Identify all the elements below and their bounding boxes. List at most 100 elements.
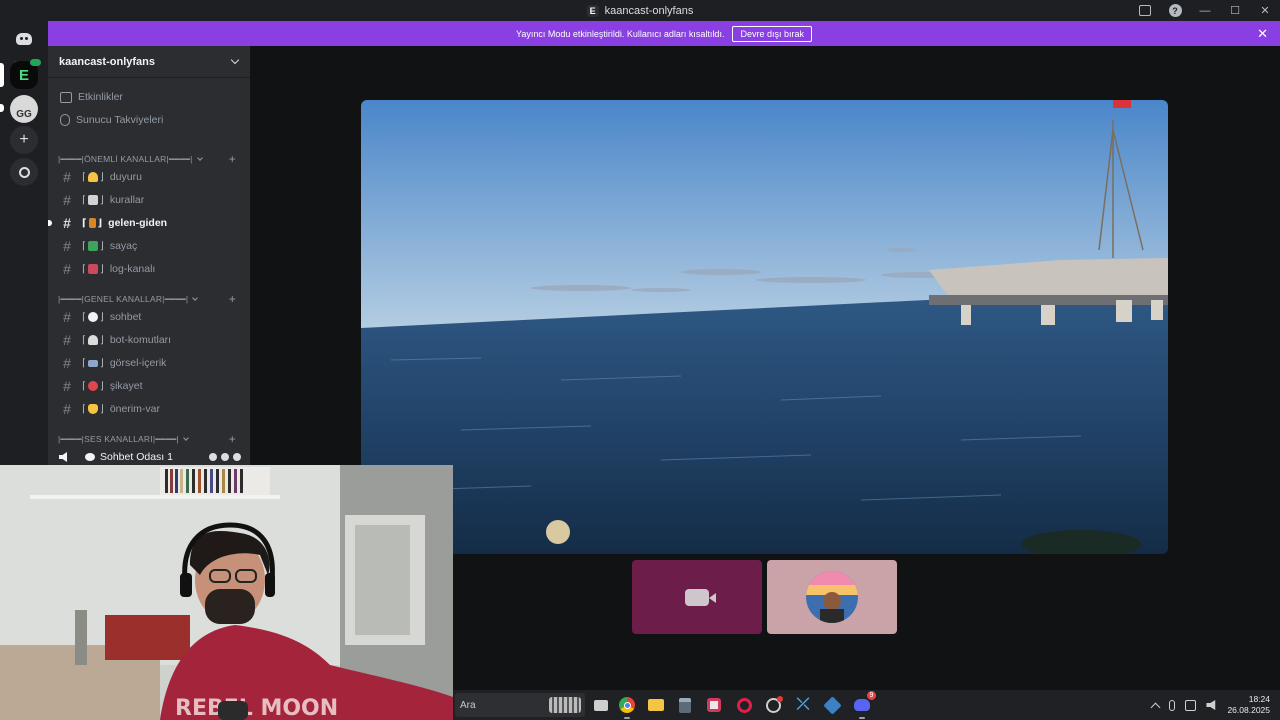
chevron-down-icon: [230, 55, 240, 65]
category-general[interactable]: |━━━━|GENEL KANALLAR|━━━━| +: [58, 292, 242, 306]
help-button[interactable]: ?: [1160, 0, 1190, 21]
taskbar-opera[interactable]: [734, 695, 754, 715]
nav-server-boosts[interactable]: Sunucu Takviyeleri: [56, 109, 242, 131]
discord-logo-icon: [16, 33, 32, 45]
banner-message: Yayıncı Modu etkinleştirildi. Kullanıcı …: [516, 28, 725, 39]
invite-icon[interactable]: [221, 453, 229, 461]
task-view-button[interactable]: [591, 695, 611, 715]
channel-gelen-giden[interactable]: # ⌈ ⌋ gelen-giden: [48, 212, 242, 234]
explore-servers-button[interactable]: [10, 158, 38, 186]
participant-tile[interactable]: [767, 560, 897, 634]
avatar: [806, 571, 858, 623]
obs-icon: [765, 695, 783, 713]
boost-icon: [60, 114, 70, 126]
inbox-button[interactable]: [1130, 0, 1160, 21]
taskbar-discord[interactable]: 9: [852, 691, 876, 719]
taskbar-calculator[interactable]: [675, 695, 695, 715]
chat-icon[interactable]: [209, 453, 217, 461]
live-badge: [30, 59, 41, 66]
taskbar-search[interactable]: Ara: [455, 693, 585, 717]
nav-events[interactable]: Etkinlikler: [56, 86, 242, 108]
ghost-emoji-icon: [87, 335, 98, 345]
hash-icon: #: [63, 215, 71, 231]
server-header[interactable]: kaancast-onlyfans: [48, 46, 250, 78]
webcam-overlay: REBEL MOON: [0, 465, 453, 720]
stream-frame: [361, 100, 1168, 554]
selected-server-indicator: [0, 63, 4, 87]
voice-channel-name: Sohbet Odası 1: [100, 451, 173, 463]
search-placeholder: Ara: [460, 699, 476, 711]
taskbar-vscode[interactable]: ⤫: [793, 695, 813, 715]
calendar-icon: [60, 91, 72, 103]
hash-icon: #: [63, 332, 71, 348]
clock-time: 18:24: [1248, 694, 1270, 704]
webcam-feed: REBEL MOON: [0, 465, 453, 720]
speech-bubble-icon: [85, 453, 95, 461]
close-window-button[interactable]: ✕: [1250, 0, 1280, 21]
voice-channel-sohbet-odasi[interactable]: Sohbet Odası 1: [53, 449, 247, 465]
channel-bot-komutlari[interactable]: # ⌈ ⌋ bot-komutları: [56, 329, 242, 351]
chevron-down-icon: [183, 435, 189, 441]
channel-sohbet[interactable]: # ⌈ ⌋ sohbet: [56, 306, 242, 328]
add-server-button[interactable]: +: [10, 126, 38, 154]
help-icon: ?: [1168, 4, 1182, 17]
bell-emoji-icon: [87, 172, 98, 182]
camera-off-tile[interactable]: [632, 560, 762, 634]
create-channel-icon[interactable]: +: [229, 292, 236, 306]
window-controls: ? — ☐ ✕: [1130, 0, 1280, 21]
speech-bubble-emoji-icon: [87, 312, 98, 322]
server-icon-kaancast[interactable]: E: [10, 59, 41, 89]
hash-icon: #: [63, 355, 71, 371]
channel-duyuru[interactable]: # ⌈ ⌋ duyuru: [56, 166, 242, 188]
show-hidden-icons-icon[interactable]: [1151, 702, 1161, 712]
hash-icon: #: [63, 261, 71, 277]
direct-messages-button[interactable]: [10, 25, 38, 53]
category-important[interactable]: |━━━━|ÖNEMLİ KANALLAR|━━━━| +: [58, 152, 242, 166]
taskbar-snipping-tool[interactable]: [704, 695, 724, 715]
category-voice[interactable]: |━━━━|SES KANALLARI|━━━━| +: [58, 432, 242, 446]
hash-icon: #: [63, 401, 71, 417]
system-clock[interactable]: 18:24 26.08.2025: [1227, 694, 1270, 716]
volume-icon[interactable]: [1206, 700, 1216, 710]
unread-server-indicator: [0, 104, 4, 112]
minimize-button[interactable]: —: [1190, 0, 1220, 21]
hash-icon: #: [63, 309, 71, 325]
server-icon-gg[interactable]: GG: [10, 95, 38, 123]
taskbar-chrome[interactable]: [617, 695, 637, 719]
no-entry-emoji-icon: [87, 381, 98, 391]
microphone-icon[interactable]: [1169, 699, 1176, 711]
channel-sikayet[interactable]: # ⌈ ⌋ şikayet: [56, 375, 242, 397]
plus-icon: +: [19, 131, 29, 148]
voice-channel-tools: [209, 453, 241, 461]
door-emoji-icon: [88, 218, 96, 228]
folder-icon: [648, 699, 664, 711]
create-channel-icon[interactable]: +: [229, 432, 236, 446]
taskbar-obs[interactable]: [763, 695, 783, 715]
channel-log-kanali[interactable]: # ⌈ ⌋ log-kanalı: [56, 258, 242, 280]
discord-icon: 9: [854, 691, 876, 711]
opera-icon: [736, 697, 752, 713]
maximize-button[interactable]: ☐: [1220, 0, 1250, 21]
chrome-icon: [619, 697, 635, 713]
taskbar-file-explorer[interactable]: [646, 695, 666, 715]
compass-icon: [18, 166, 30, 178]
gear-icon[interactable]: [233, 453, 241, 461]
network-icon[interactable]: [1185, 699, 1197, 711]
screen-share-video[interactable]: [361, 100, 1168, 554]
taskbar-app-blue[interactable]: [822, 695, 842, 715]
scroll-emoji-icon: [87, 195, 98, 205]
channel-kurallar[interactable]: # ⌈ ⌋ kurallar: [56, 189, 242, 211]
streamer-mode-banner: Yayıncı Modu etkinleştirildi. Kullanıcı …: [48, 21, 1280, 46]
check-emoji-icon: [87, 241, 98, 251]
channel-gorsel-icerik[interactable]: # ⌈ ⌋ görsel-içerik: [56, 352, 242, 374]
channel-onerim-var[interactable]: # ⌈ ⌋ önerim-var: [56, 398, 242, 420]
hash-icon: #: [63, 238, 71, 254]
hash-icon: #: [63, 192, 71, 208]
disable-streamer-mode-button[interactable]: Devre dışı bırak: [732, 25, 812, 42]
create-channel-icon[interactable]: +: [229, 152, 236, 166]
clock-date: 26.08.2025: [1227, 705, 1270, 715]
floppy-emoji-icon: [87, 264, 98, 274]
banner-close-icon[interactable]: ✕: [1257, 26, 1268, 42]
calculator-icon: [679, 697, 691, 713]
channel-sayac[interactable]: # ⌈ ⌋ sayaç: [56, 235, 242, 257]
